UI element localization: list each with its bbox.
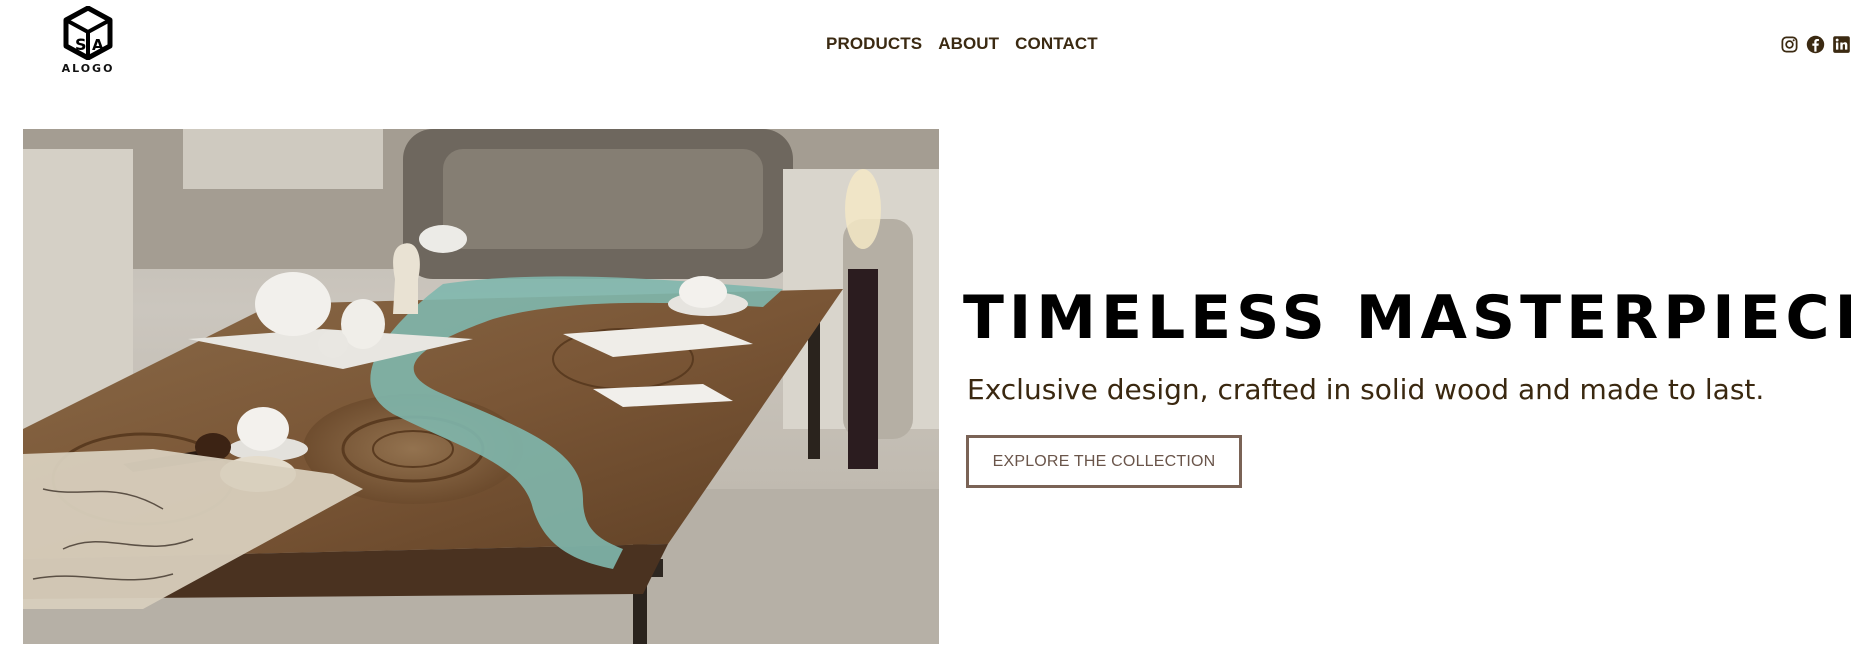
hero-subline: Exclusive design, crafted in solid wood …	[967, 373, 1765, 406]
hero-image	[23, 129, 939, 644]
explore-collection-button[interactable]: EXPLORE THE COLLECTION	[966, 435, 1242, 488]
hero-headline: TIMELESS MASTERPIECES	[963, 283, 1851, 353]
social-links	[1780, 35, 1851, 54]
cube-logo-icon: S A	[63, 6, 113, 60]
nav-products[interactable]: PRODUCTS	[826, 35, 922, 52]
main-nav: PRODUCTS ABOUT CONTACT	[826, 35, 1098, 52]
nav-about[interactable]: ABOUT	[938, 35, 999, 52]
svg-text:A: A	[92, 36, 104, 54]
nav-contact[interactable]: CONTACT	[1015, 35, 1098, 52]
facebook-icon[interactable]	[1806, 35, 1825, 54]
logo-text: ALOGO	[61, 62, 115, 75]
brand-logo[interactable]: S A ALOGO	[60, 6, 116, 75]
linkedin-icon[interactable]	[1832, 35, 1851, 54]
svg-text:S: S	[75, 35, 87, 54]
instagram-icon[interactable]	[1780, 35, 1799, 54]
